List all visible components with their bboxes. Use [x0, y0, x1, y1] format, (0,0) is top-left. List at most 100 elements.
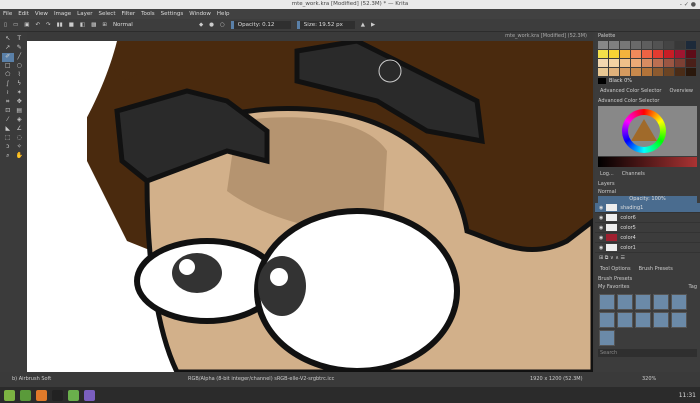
tab-advanced-color-selector[interactable]: Advanced Color Selector — [600, 88, 661, 94]
color-wheel[interactable] — [598, 106, 697, 156]
freehand-path-icon[interactable]: ϟ — [14, 80, 26, 89]
edit-shapes-icon[interactable]: ↗ — [2, 44, 14, 53]
menu-layer[interactable]: Layer — [77, 9, 92, 19]
palette-swatch[interactable] — [675, 68, 685, 76]
palette-swatch[interactable] — [653, 68, 663, 76]
zoom-tool-icon[interactable]: ⌕ — [2, 152, 14, 161]
text-tool-icon[interactable]: T — [14, 35, 26, 44]
files-icon[interactable] — [68, 389, 79, 401]
palette-swatch[interactable] — [620, 41, 630, 49]
palette-swatch[interactable] — [609, 50, 619, 58]
menu-window[interactable]: Window — [189, 9, 211, 19]
palette-swatch[interactable] — [609, 41, 619, 49]
selected-color-name[interactable]: Black 0% — [609, 78, 632, 84]
palette-swatch[interactable] — [686, 59, 696, 67]
palette-swatch[interactable] — [631, 50, 641, 58]
menu-edit[interactable]: Edit — [18, 9, 29, 19]
palette-swatch[interactable] — [686, 50, 696, 58]
brush-preset-grid[interactable] — [595, 291, 700, 349]
pattern-icon[interactable]: ■ — [69, 22, 74, 28]
layer-row[interactable]: ◉ color4 — [595, 233, 700, 243]
brush-tool-icon[interactable]: ✐ — [2, 53, 14, 62]
brush-preset[interactable] — [635, 312, 651, 328]
palette-swatch[interactable] — [664, 68, 674, 76]
brush-preset[interactable] — [599, 330, 615, 346]
menu-view[interactable]: View — [35, 9, 48, 19]
tab-overview[interactable]: Overview — [669, 88, 693, 94]
transform-tool-icon[interactable]: ⊡ — [2, 107, 14, 116]
brush-preset[interactable] — [599, 294, 615, 310]
crop-tool-icon[interactable]: ⌗ — [2, 98, 14, 107]
move-up-icon[interactable]: ∧ — [615, 255, 619, 261]
alpha-icon[interactable]: ● — [209, 22, 214, 28]
blend-mode-select[interactable]: Normal — [113, 22, 193, 28]
calligraphy-icon[interactable]: ✎ — [14, 44, 26, 53]
visibility-icon[interactable]: ◉ — [599, 235, 603, 241]
layer-row[interactable]: ◉ color6 — [595, 213, 700, 223]
line-tool-icon[interactable]: ╱ — [14, 53, 26, 62]
move-tool-icon[interactable]: ✥ — [14, 98, 26, 107]
ellipse-tool-icon[interactable]: ○ — [14, 62, 26, 71]
zoom-level[interactable]: 320% — [642, 372, 656, 387]
lasso-select-icon[interactable]: ↄ — [2, 143, 14, 152]
tab-brush-presets[interactable]: Brush Presets — [639, 266, 673, 272]
redo-icon[interactable]: ↷ — [46, 22, 51, 28]
brush-preset[interactable] — [671, 312, 687, 328]
menu-help[interactable]: Help — [217, 9, 230, 19]
brush-preset[interactable] — [653, 294, 669, 310]
duplicate-layer-icon[interactable]: ⧉ — [605, 255, 609, 261]
menu-select[interactable]: Select — [99, 9, 116, 19]
visibility-icon[interactable]: ◉ — [599, 245, 603, 251]
fill-tool-icon[interactable]: ◈ — [14, 116, 26, 125]
current-brush[interactable]: b) Airbrush Soft — [12, 372, 51, 387]
eraser-icon[interactable]: ◆ — [199, 22, 203, 28]
palette-swatch[interactable] — [598, 41, 608, 49]
mirror-horizontal-icon[interactable]: ▲ — [361, 22, 365, 28]
add-layer-icon[interactable]: ⊞ — [599, 255, 603, 261]
menu-image[interactable]: Image — [54, 9, 71, 19]
brush-preset[interactable] — [653, 312, 669, 328]
desktop-icon[interactable] — [20, 389, 31, 401]
brush-preset-icon[interactable]: ▩ — [91, 22, 96, 28]
open-icon[interactable]: ▭ — [13, 22, 18, 28]
document-tab[interactable]: mte_work.kra [Modified] (52.3M) — [27, 32, 593, 41]
bezier-tool-icon[interactable]: ∫ — [2, 80, 14, 89]
tab-channels[interactable]: Channels — [622, 171, 645, 177]
palette-swatch[interactable] — [620, 59, 630, 67]
palette-swatch[interactable] — [620, 68, 630, 76]
brush-preset[interactable] — [671, 294, 687, 310]
magic-wand-icon[interactable]: ✧ — [14, 143, 26, 152]
palette-swatch[interactable] — [609, 59, 619, 67]
palette-swatch[interactable] — [653, 50, 663, 58]
ellipse-select-icon[interactable]: ◌ — [14, 134, 26, 143]
palette-swatch[interactable] — [664, 41, 674, 49]
measure-tool-icon[interactable]: ∠ — [14, 125, 26, 134]
color-sliders[interactable] — [598, 157, 697, 167]
palette-swatch[interactable] — [631, 59, 641, 67]
properties-icon[interactable]: ☰ — [621, 255, 625, 261]
palette-swatch[interactable] — [620, 50, 630, 58]
palette-swatch[interactable] — [598, 59, 608, 67]
tag-button[interactable]: Tag — [689, 284, 697, 290]
menu-settings[interactable]: Settings — [161, 9, 184, 19]
brush-preset[interactable] — [617, 294, 633, 310]
undo-icon[interactable]: ↶ — [35, 22, 40, 28]
menu-filter[interactable]: Filter — [121, 9, 135, 19]
rect-select-icon[interactable]: ⬚ — [2, 134, 14, 143]
size-slider[interactable]: Size: 19.52 px — [296, 21, 355, 29]
palette-swatch[interactable] — [598, 68, 608, 76]
brush-preset[interactable] — [599, 312, 615, 328]
polygon-tool-icon[interactable]: ⬠ — [2, 71, 14, 80]
select-tool-icon[interactable]: ↖ — [2, 35, 14, 44]
palette-swatch[interactable] — [631, 68, 641, 76]
palette-swatch[interactable] — [686, 68, 696, 76]
palette-swatch[interactable] — [664, 50, 674, 58]
dynamic-brush-icon[interactable]: ≀ — [2, 89, 14, 98]
window-controls[interactable]: - ✓ ● — [680, 0, 696, 9]
tab-tool-options[interactable]: Tool Options — [600, 266, 631, 272]
palette-swatch[interactable] — [642, 59, 652, 67]
terminal-icon[interactable] — [52, 389, 63, 401]
layer-row[interactable]: ◉ shading1 — [595, 203, 700, 213]
menu-file[interactable]: File — [3, 9, 12, 19]
palette-swatch[interactable] — [631, 41, 641, 49]
